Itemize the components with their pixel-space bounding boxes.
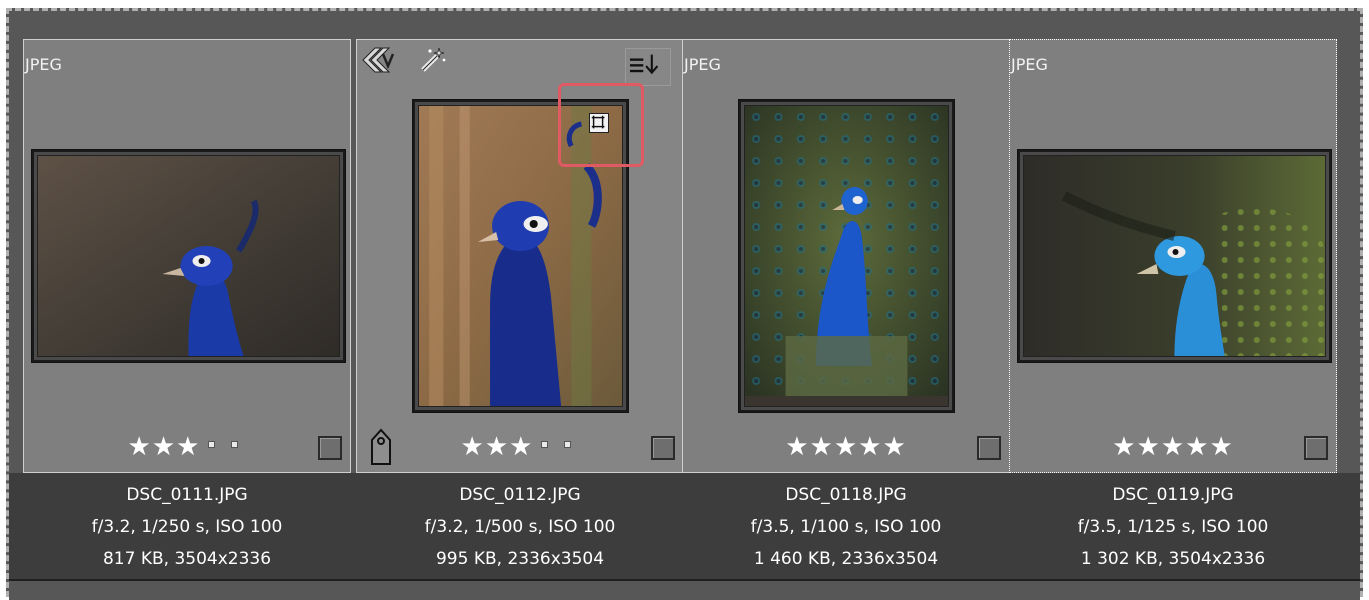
format-label: JPEG bbox=[1011, 55, 1048, 74]
versions-stack-icon[interactable] bbox=[361, 46, 403, 74]
star-filled-icon[interactable]: ★ bbox=[461, 432, 485, 462]
caption-block: DSC_0112.JPG f/3.2, 1/500 s, ISO 100 995… bbox=[356, 479, 684, 575]
thumbnail-cell[interactable]: JPEG bbox=[1009, 39, 1337, 473]
filename-label: DSC_0111.JPG bbox=[126, 485, 248, 505]
star-empty-icon[interactable] bbox=[541, 441, 549, 448]
rating-stars[interactable]: ★★★★★ bbox=[1010, 432, 1336, 462]
highlight-box bbox=[558, 83, 644, 167]
peacock-photo bbox=[1024, 156, 1325, 356]
caption-block: DSC_0111.JPG f/3.2, 1/250 s, ISO 100 817… bbox=[23, 479, 351, 575]
magic-wand-icon bbox=[419, 46, 447, 74]
thumbnail-cell[interactable]: JPEG bbox=[682, 39, 1010, 473]
size-label: 995 KB, 2336x3504 bbox=[435, 549, 605, 569]
filename-label: DSC_0118.JPG bbox=[785, 485, 907, 505]
peacock-photo bbox=[745, 106, 948, 406]
star-empty-icon[interactable] bbox=[231, 441, 239, 448]
star-filled-icon[interactable]: ★ bbox=[785, 432, 809, 462]
star-empty-icon[interactable] bbox=[208, 441, 216, 448]
star-filled-icon[interactable]: ★ bbox=[810, 432, 834, 462]
select-checkbox[interactable] bbox=[651, 436, 675, 460]
thumbnail-cell[interactable]: ★★★ bbox=[356, 39, 684, 473]
caption-block: DSC_0119.JPG f/3.5, 1/125 s, ISO 100 1 3… bbox=[1009, 479, 1337, 575]
rating-stars[interactable]: ★★★ bbox=[357, 432, 683, 462]
thumbnail-image[interactable] bbox=[738, 99, 955, 413]
star-filled-icon[interactable]: ★ bbox=[128, 432, 152, 462]
thumbnail-image[interactable] bbox=[31, 149, 346, 363]
star-filled-icon[interactable]: ★ bbox=[1185, 432, 1209, 462]
exposure-label: f/3.5, 1/100 s, ISO 100 bbox=[750, 517, 942, 537]
lines-arrow-down-icon[interactable] bbox=[625, 48, 671, 86]
star-empty-icon[interactable] bbox=[564, 441, 572, 448]
star-filled-icon[interactable]: ★ bbox=[858, 432, 882, 462]
star-filled-icon[interactable]: ★ bbox=[485, 432, 509, 462]
exposure-label: f/3.2, 1/500 s, ISO 100 bbox=[424, 517, 616, 537]
size-label: 1 302 KB, 3504x2336 bbox=[1080, 549, 1266, 569]
star-filled-icon[interactable]: ★ bbox=[1137, 432, 1161, 462]
select-checkbox[interactable] bbox=[977, 436, 1001, 460]
star-filled-icon[interactable]: ★ bbox=[834, 432, 858, 462]
size-label: 1 460 KB, 2336x3504 bbox=[753, 549, 939, 569]
format-label: JPEG bbox=[684, 55, 721, 74]
thumbnail-browser: JPEG ★★★ ★★★ JPEG ★★★★★ JPEG ★★★★★ DSC_0… bbox=[6, 8, 1363, 600]
star-filled-icon[interactable]: ★ bbox=[176, 432, 200, 462]
filename-label: DSC_0112.JPG bbox=[459, 485, 581, 505]
filename-label: DSC_0119.JPG bbox=[1112, 485, 1234, 505]
star-filled-icon[interactable]: ★ bbox=[1161, 432, 1185, 462]
exposure-label: f/3.2, 1/250 s, ISO 100 bbox=[91, 517, 283, 537]
scroll-area[interactable] bbox=[9, 581, 1360, 600]
star-filled-icon[interactable]: ★ bbox=[152, 432, 176, 462]
exposure-label: f/3.5, 1/125 s, ISO 100 bbox=[1077, 517, 1269, 537]
peacock-photo bbox=[38, 156, 339, 356]
star-filled-icon[interactable]: ★ bbox=[1209, 432, 1233, 462]
thumbnail-image[interactable] bbox=[1017, 149, 1332, 363]
thumbnail-cell[interactable]: JPEG bbox=[23, 39, 351, 473]
star-filled-icon[interactable]: ★ bbox=[882, 432, 906, 462]
select-checkbox[interactable] bbox=[1304, 436, 1328, 460]
rating-stars[interactable]: ★★★ bbox=[24, 432, 350, 462]
rating-stars[interactable]: ★★★★★ bbox=[683, 432, 1009, 462]
size-label: 817 KB, 3504x2336 bbox=[102, 549, 272, 569]
star-filled-icon[interactable]: ★ bbox=[509, 432, 533, 462]
format-label: JPEG bbox=[25, 55, 62, 74]
caption-block: DSC_0118.JPG f/3.5, 1/100 s, ISO 100 1 4… bbox=[682, 479, 1010, 575]
select-checkbox[interactable] bbox=[318, 436, 342, 460]
caption-strip: DSC_0111.JPG f/3.2, 1/250 s, ISO 100 817… bbox=[9, 473, 1360, 579]
star-filled-icon[interactable]: ★ bbox=[1112, 432, 1136, 462]
